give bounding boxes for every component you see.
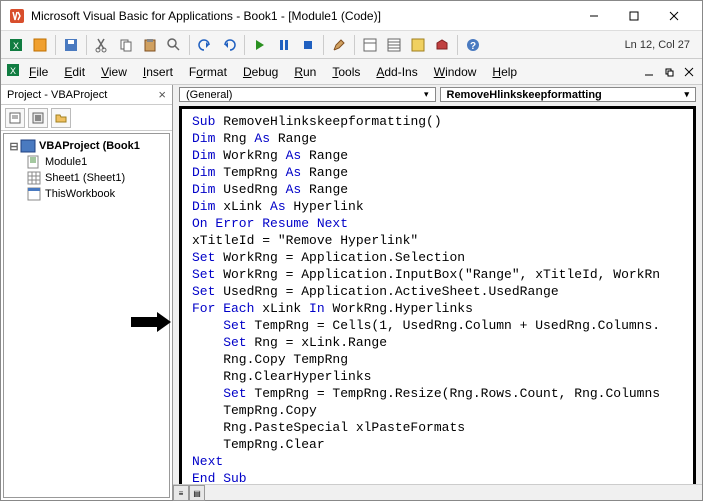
menu-edit[interactable]: Edit [56, 62, 93, 82]
menu-file[interactable]: File [21, 62, 56, 82]
workbook-icon [26, 187, 42, 201]
vba-app-icon [9, 8, 25, 24]
find-icon[interactable] [163, 34, 185, 56]
menu-run[interactable]: Run [286, 62, 324, 82]
mdi-restore-button[interactable] [660, 63, 678, 81]
procedure-dropdown[interactable]: RemoveHlinkskeepformatting▾ [440, 87, 697, 102]
tree-item-module[interactable]: Module1 [26, 154, 165, 170]
menu-format[interactable]: Format [181, 62, 235, 82]
help-icon[interactable]: ? [462, 34, 484, 56]
object-browser-icon[interactable] [407, 34, 429, 56]
vbaproject-icon [20, 139, 36, 153]
object-dropdown[interactable]: (General)▾ [179, 87, 436, 102]
svg-text:X: X [13, 41, 19, 51]
menu-view[interactable]: View [93, 62, 135, 82]
cursor-position: Ln 12, Col 27 [625, 39, 690, 51]
tree-item-sheet[interactable]: Sheet1 (Sheet1) [26, 170, 165, 186]
reset-icon[interactable] [297, 34, 319, 56]
chevron-down-icon: ▾ [424, 89, 429, 100]
module-icon [26, 155, 42, 169]
cut-icon[interactable] [91, 34, 113, 56]
chevron-down-icon: ▾ [684, 89, 689, 100]
code-area: (General)▾ RemoveHlinkskeepformatting▾ S… [173, 85, 702, 500]
close-button[interactable] [654, 2, 694, 30]
project-toolbar [1, 105, 172, 131]
tree-root[interactable]: ⊟ VBAProject (Book1 [8, 138, 165, 154]
minimize-button[interactable] [574, 2, 614, 30]
design-mode-icon[interactable] [328, 34, 350, 56]
toggle-folders-icon[interactable] [51, 108, 71, 128]
svg-text:?: ? [470, 41, 476, 52]
sheet-icon [26, 171, 42, 185]
break-icon[interactable] [273, 34, 295, 56]
horizontal-scrollbar[interactable]: ≡ ▤ [173, 484, 702, 500]
menu-addins[interactable]: Add-Ins [368, 62, 425, 82]
panel-close-button[interactable]: × [158, 87, 166, 102]
maximize-button[interactable] [614, 2, 654, 30]
undo-icon[interactable] [194, 34, 216, 56]
menu-tools[interactable]: Tools [324, 62, 368, 82]
menu-help[interactable]: Help [484, 62, 525, 82]
expand-icon[interactable]: ⊟ [8, 140, 20, 153]
save-icon[interactable] [60, 34, 82, 56]
excel-icon[interactable]: X [5, 62, 21, 81]
redo-icon[interactable] [218, 34, 240, 56]
procedure-view-button[interactable]: ≡ [173, 485, 189, 501]
paste-icon[interactable] [139, 34, 161, 56]
mdi-close-button[interactable] [680, 63, 698, 81]
project-explorer: Project - VBAProject × ⊟ VBAProject (Boo… [1, 85, 173, 500]
copy-icon[interactable] [115, 34, 137, 56]
window-title: Microsoft Visual Basic for Applications … [31, 9, 574, 23]
main-toolbar: X ? Ln 12, Col 27 [1, 31, 702, 59]
insert-icon[interactable] [29, 34, 51, 56]
menu-insert[interactable]: Insert [135, 62, 181, 82]
tree-item-workbook[interactable]: ThisWorkbook [26, 186, 165, 202]
project-explorer-icon[interactable] [359, 34, 381, 56]
project-panel-header: Project - VBAProject × [1, 85, 172, 105]
menu-window[interactable]: Window [426, 62, 485, 82]
menubar: X File Edit View Insert Format Debug Run… [1, 59, 702, 85]
full-module-view-button[interactable]: ▤ [189, 485, 205, 501]
annotation-arrow-icon [129, 311, 173, 333]
toolbox-icon[interactable] [431, 34, 453, 56]
project-panel-title: Project - VBAProject [7, 89, 107, 101]
menu-debug[interactable]: Debug [235, 62, 286, 82]
properties-icon[interactable] [383, 34, 405, 56]
run-icon[interactable] [249, 34, 271, 56]
view-excel-icon[interactable]: X [5, 34, 27, 56]
mdi-minimize-button[interactable] [640, 63, 658, 81]
svg-text:X: X [10, 66, 16, 76]
view-object-icon[interactable] [28, 108, 48, 128]
code-editor[interactable]: Sub RemoveHlinkskeepformatting() Dim Rng… [179, 106, 696, 494]
titlebar: Microsoft Visual Basic for Applications … [1, 1, 702, 31]
view-code-icon[interactable] [5, 108, 25, 128]
